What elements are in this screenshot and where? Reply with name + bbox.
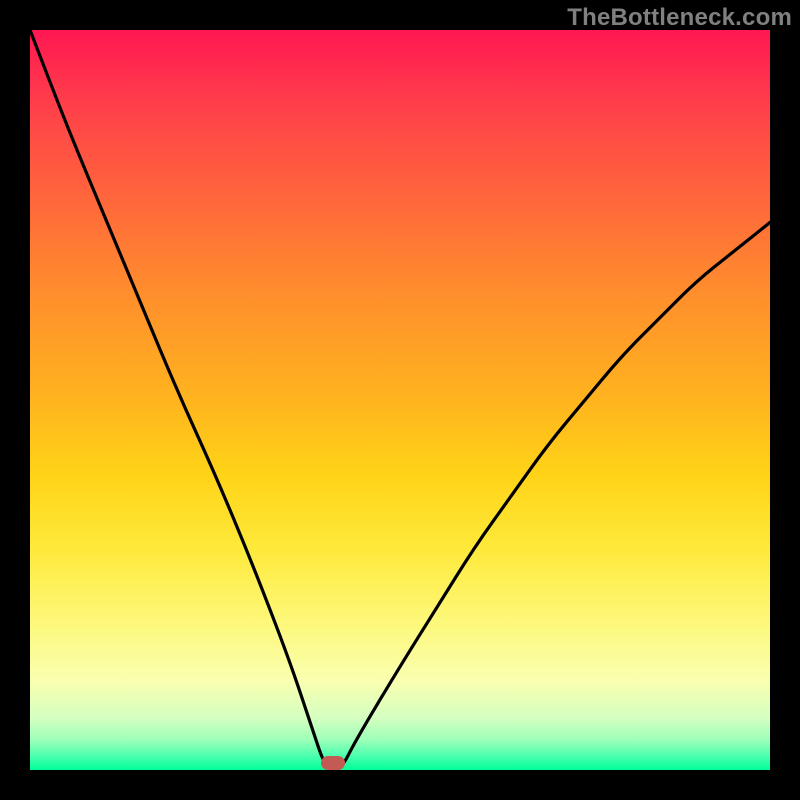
optimal-marker <box>321 756 345 770</box>
bottleneck-curve <box>30 30 770 770</box>
watermark-text: TheBottleneck.com <box>567 4 792 32</box>
chart-frame: TheBottleneck.com <box>0 0 800 800</box>
plot-area <box>30 30 770 770</box>
